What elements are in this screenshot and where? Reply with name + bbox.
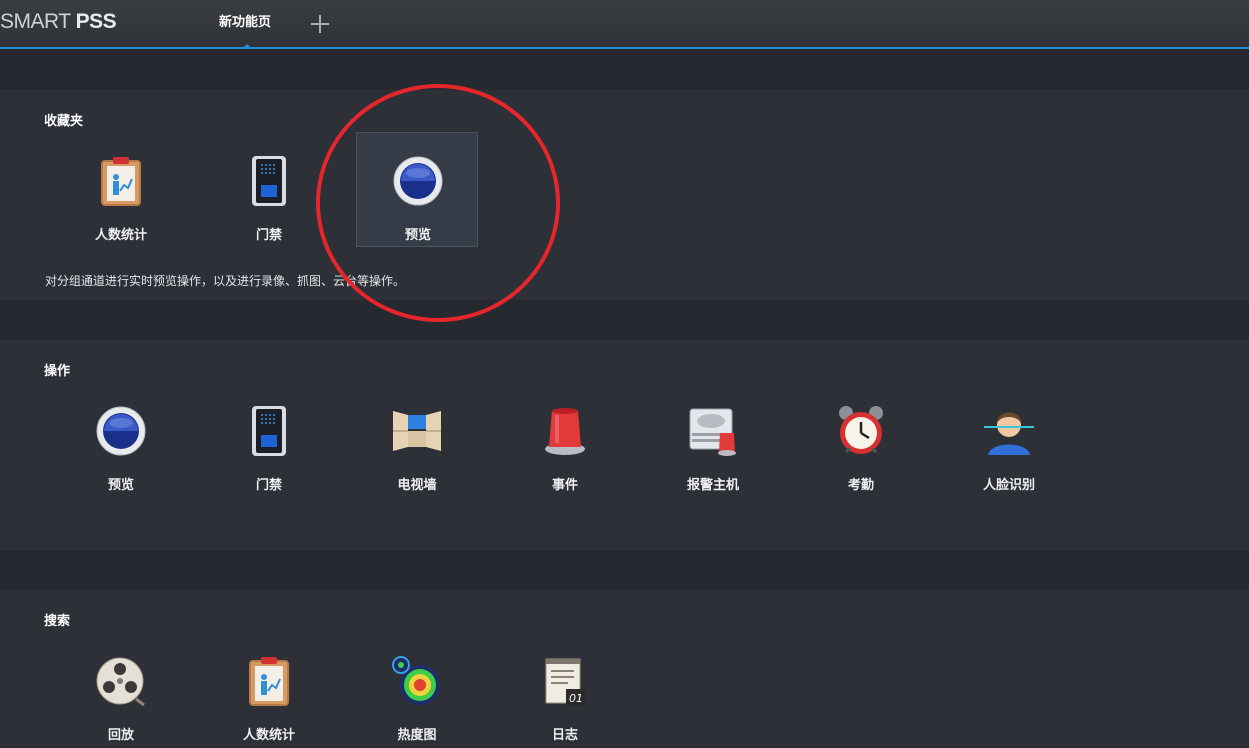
alarm-clock-icon: [836, 405, 886, 457]
alarm-host-icon: [688, 405, 738, 457]
svg-text:01: 01: [569, 692, 583, 705]
tile-label: 热度图: [397, 728, 437, 743]
log-icon: 01: [540, 655, 590, 707]
search-title: 搜索: [44, 614, 71, 629]
tile-label: 日志: [551, 728, 578, 743]
tile-label: 考勤: [847, 478, 874, 493]
preview-icon: [96, 405, 146, 457]
playback-reel-icon: [96, 655, 146, 707]
tab-label: 新功能页: [218, 15, 271, 30]
favorite-people-count[interactable]: 人数统计: [60, 133, 182, 248]
op-preview[interactable]: 预览: [60, 383, 182, 498]
op-video-wall[interactable]: 电视墙: [356, 383, 478, 498]
operations-title: 操作: [44, 364, 71, 379]
op-access-control[interactable]: 门禁: [208, 383, 330, 498]
tile-label: 事件: [551, 478, 578, 493]
tile-label: 人数统计: [242, 728, 295, 743]
search-people-count[interactable]: 人数统计: [208, 633, 330, 748]
op-face-recognition[interactable]: 人脸识别: [948, 383, 1070, 498]
search-playback[interactable]: 回放: [60, 633, 182, 748]
tile-label: 报警主机: [686, 478, 739, 493]
app-logo: SMART PSS: [0, 10, 117, 34]
active-tab-indicator: [243, 44, 251, 48]
tile-label: 电视墙: [397, 478, 437, 493]
top-bar: SMART PSS 新功能页: [0, 0, 1249, 49]
tile-label: 人数统计: [94, 228, 147, 243]
logo-text-bold: PSS: [75, 10, 117, 33]
tile-label: 门禁: [255, 228, 282, 243]
access-control-icon: [244, 405, 294, 457]
favorites-section: 收藏夹 人数统计 门禁 预览 对分组通道进行实时预览操作，以及进行录像、抓图、云…: [0, 90, 1249, 300]
search-section: 搜索 回放 人数统计 热度图 01 日志: [0, 590, 1249, 747]
face-recognition-icon: [984, 405, 1034, 457]
people-count-icon: [244, 655, 294, 707]
favorites-title: 收藏夹: [44, 114, 84, 129]
favorite-preview[interactable]: 预览: [356, 132, 478, 247]
op-attendance[interactable]: 考勤: [800, 383, 922, 498]
preview-icon: [393, 155, 443, 207]
favorite-description: 对分组通道进行实时预览操作，以及进行录像、抓图、云台等操作。: [45, 274, 406, 288]
tile-label: 预览: [404, 228, 431, 243]
tile-label: 门禁: [255, 478, 282, 493]
tab-new-features[interactable]: 新功能页: [205, 0, 285, 48]
event-alarm-icon: [540, 405, 590, 457]
people-count-icon: [96, 155, 146, 207]
add-tab-icon[interactable]: [308, 12, 332, 36]
op-event[interactable]: 事件: [504, 383, 626, 498]
favorite-access-control[interactable]: 门禁: [208, 133, 330, 248]
video-wall-icon: [392, 405, 442, 457]
tile-label: 预览: [107, 478, 134, 493]
heatmap-icon: [392, 655, 442, 707]
search-heatmap[interactable]: 热度图: [356, 633, 478, 748]
tile-label: 回放: [107, 728, 134, 743]
tile-label: 人脸识别: [982, 478, 1035, 493]
search-log[interactable]: 01 日志: [504, 633, 626, 748]
access-control-icon: [244, 155, 294, 207]
logo-text-thin: SMART: [0, 10, 76, 33]
operations-section: 操作 预览 门禁 电视墙 事件 报警主机 考勤 人脸识别: [0, 340, 1249, 550]
op-alarm-host[interactable]: 报警主机: [652, 383, 774, 498]
